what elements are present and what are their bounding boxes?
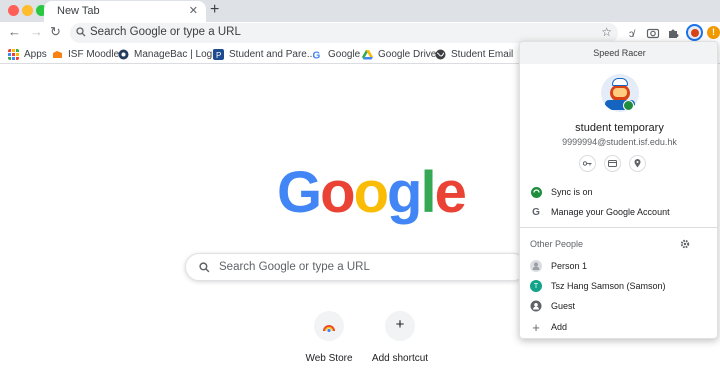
card-icon bbox=[608, 160, 617, 167]
update-alert-icon[interactable]: ! bbox=[707, 26, 720, 39]
close-tab-icon[interactable]: ✕ bbox=[189, 4, 198, 17]
manage-account-row[interactable]: G Manage your Google Account bbox=[530, 205, 670, 219]
drive-icon bbox=[362, 49, 373, 59]
logo-letter: g bbox=[387, 160, 422, 225]
plus-icon: + bbox=[395, 316, 405, 333]
avatar: T bbox=[530, 280, 542, 292]
google-logo: Google bbox=[277, 160, 467, 225]
globe-icon bbox=[435, 49, 446, 59]
key-icon bbox=[583, 161, 592, 166]
person-row[interactable]: T Tsz Hang Samson (Samson) bbox=[530, 279, 666, 293]
logo-letter: G bbox=[277, 160, 322, 225]
bookmark-google[interactable]: G Google bbox=[312, 47, 361, 61]
web-store-icon bbox=[323, 325, 335, 332]
svg-text:G: G bbox=[313, 50, 321, 60]
google-icon: G bbox=[532, 206, 540, 218]
managebac-icon bbox=[118, 49, 129, 59]
sync-label: Sync is on bbox=[551, 187, 593, 197]
bookmark-label: Google Drive bbox=[378, 48, 437, 60]
sync-badge-icon bbox=[623, 100, 634, 111]
moodle-icon bbox=[53, 50, 62, 58]
profile-avatar-button[interactable] bbox=[686, 24, 703, 41]
person-row[interactable]: Person 1 bbox=[530, 259, 587, 273]
tab-title: New Tab bbox=[57, 5, 100, 17]
bookmark-student-email[interactable]: Student Email bbox=[435, 47, 513, 61]
search-placeholder: Search Google or type a URL bbox=[219, 261, 370, 273]
profile-menu: Speed Racer student temporary 9999994@st… bbox=[519, 41, 718, 339]
shortcut-web-store[interactable]: Web Store bbox=[289, 311, 369, 364]
student-portal-icon: P bbox=[213, 48, 224, 60]
forward-arrow-icon[interactable]: → bbox=[30, 24, 43, 40]
guest-row[interactable]: Guest bbox=[530, 299, 575, 313]
divider bbox=[520, 227, 717, 228]
new-tab-button[interactable]: + bbox=[210, 2, 219, 18]
shortcut-label: Add shortcut bbox=[371, 353, 429, 364]
svg-text:ↄ̸: ↄ̸ bbox=[629, 28, 636, 40]
bookmark-isf-moodle[interactable]: ISF Moodle bbox=[52, 47, 119, 61]
profile-email: 9999994@student.isf.edu.hk bbox=[562, 137, 677, 147]
person-label: Guest bbox=[551, 301, 576, 311]
minimize-window-button[interactable] bbox=[22, 5, 33, 16]
bookmark-managebac[interactable]: ManageBac | Login bbox=[118, 47, 220, 61]
profile-menu-header: Speed Racer bbox=[520, 42, 717, 64]
bookmark-label: ISF Moodle bbox=[68, 48, 120, 60]
gear-icon[interactable] bbox=[680, 239, 690, 249]
logo-letter: o bbox=[353, 160, 389, 225]
add-label: Add bbox=[551, 322, 568, 332]
search-box[interactable]: Search Google or type a URL bbox=[185, 253, 527, 281]
logo-letter: o bbox=[320, 160, 355, 225]
add-person-row[interactable]: + Add bbox=[530, 319, 568, 335]
bookmark-label: ManageBac | Login bbox=[134, 48, 220, 60]
extensions-puzzle-icon[interactable] bbox=[666, 26, 680, 40]
person-avatar-icon bbox=[530, 260, 542, 272]
sync-icon bbox=[530, 186, 542, 198]
google-icon: G bbox=[313, 50, 321, 60]
passwords-button[interactable] bbox=[579, 155, 596, 172]
guest-icon bbox=[530, 300, 542, 312]
svg-text:P: P bbox=[216, 51, 221, 60]
back-arrow-icon[interactable]: ← bbox=[8, 24, 21, 40]
bookmark-label: Student and Pare... bbox=[229, 48, 316, 60]
translate-icon[interactable]: ↄ̸ bbox=[628, 26, 642, 40]
omnibox[interactable]: Search Google or type a URL ☆ bbox=[70, 23, 618, 43]
manage-account-label: Manage your Google Account bbox=[551, 207, 670, 217]
search-icon bbox=[199, 262, 210, 273]
person-label: Tsz Hang Samson (Samson) bbox=[551, 281, 666, 291]
shortcut-tile bbox=[314, 311, 344, 341]
shortcut-label: Web Store bbox=[305, 353, 353, 364]
shortcut-tile: + bbox=[385, 311, 415, 341]
other-people-label: Other People bbox=[530, 239, 584, 249]
profile-name: student temporary bbox=[575, 122, 664, 134]
bookmark-apps[interactable]: Apps bbox=[8, 47, 47, 61]
tab-strip: New Tab ✕ + bbox=[0, 0, 720, 22]
location-pin-icon bbox=[634, 159, 641, 168]
logo-letter: e bbox=[434, 160, 467, 225]
bookmark-label: Student Email bbox=[451, 48, 514, 60]
bookmark-label: Google bbox=[328, 48, 361, 60]
logo-letter: l bbox=[420, 160, 436, 225]
sync-status-row[interactable]: Sync is on bbox=[530, 185, 593, 199]
search-icon bbox=[76, 27, 86, 37]
omnibox-placeholder: Search Google or type a URL bbox=[90, 26, 241, 38]
bookmark-star-icon[interactable]: ☆ bbox=[601, 25, 612, 39]
reload-icon[interactable]: ↻ bbox=[50, 24, 61, 40]
bookmark-student-parent[interactable]: P Student and Pare... bbox=[213, 47, 315, 61]
tab-new-tab[interactable]: New Tab ✕ bbox=[44, 1, 206, 22]
camera-icon[interactable] bbox=[646, 26, 660, 40]
payment-methods-button[interactable] bbox=[604, 155, 621, 172]
close-window-button[interactable] bbox=[8, 5, 19, 16]
plus-icon: + bbox=[532, 319, 540, 335]
apps-grid-icon bbox=[8, 48, 19, 60]
bookmark-label: Apps bbox=[24, 48, 47, 60]
person-label: Person 1 bbox=[551, 261, 588, 271]
shortcut-add[interactable]: + Add shortcut bbox=[360, 311, 440, 364]
addresses-button[interactable] bbox=[629, 155, 646, 172]
bookmark-google-drive[interactable]: Google Drive bbox=[362, 47, 436, 61]
